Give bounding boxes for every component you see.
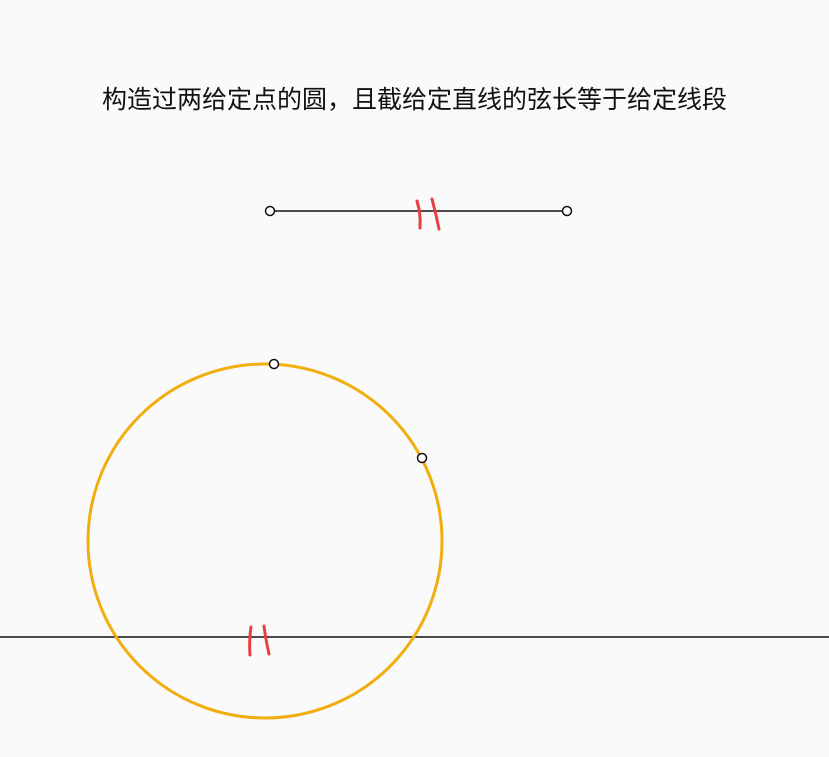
given-point-right[interactable] [416,452,428,464]
segment-tick-mark-icon [415,197,441,231]
geometry-diagram [0,197,829,720]
given-point-top[interactable] [268,358,280,370]
chord-tick-mark-icon [248,624,271,657]
constructed-circle [86,362,444,720]
segment-endpoint-right[interactable] [561,205,573,217]
segment-endpoint-left[interactable] [264,205,276,217]
